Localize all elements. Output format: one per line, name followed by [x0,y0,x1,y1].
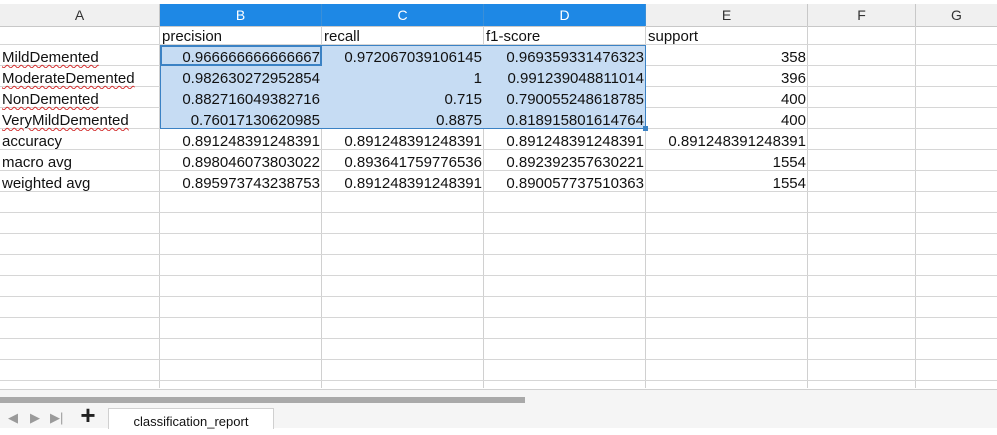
cell-b6[interactable]: 0.891248391248391 [160,131,322,152]
cell-d4[interactable]: 0.790055248618785 [484,89,646,110]
cell-a1[interactable] [0,26,160,47]
next-sheet-arrow-icon[interactable]: ▶ [30,411,40,425]
cell-e7[interactable]: 1554 [646,152,808,173]
column-header-a[interactable]: A [0,4,160,26]
cell-b4[interactable]: 0.882716049382716 [160,89,322,110]
cell-b7[interactable]: 0.898046073803022 [160,152,322,173]
first-sheet-arrow-icon[interactable]: ◀ [8,411,18,425]
cell-a6[interactable]: accuracy [0,131,160,152]
column-header-f[interactable]: F [808,4,916,26]
cell-c6[interactable]: 0.891248391248391 [322,131,484,152]
cell-a2[interactable]: MildDemented [0,47,160,68]
cell-e3[interactable]: 396 [646,68,808,89]
last-sheet-arrow-icon[interactable]: ▶| [50,411,68,425]
cell-e1[interactable]: support [646,26,808,47]
cell-d3[interactable]: 0.991239048811014 [484,68,646,89]
cell-d5[interactable]: 0.818915801614764 [484,110,646,131]
cell-c1[interactable]: recall [322,26,484,47]
column-header-d[interactable]: D [484,4,646,26]
cell-b5[interactable]: 0.76017130620985 [160,110,322,131]
column-header-c[interactable]: C [322,4,484,26]
cell-d2[interactable]: 0.969359331476323 [484,47,646,68]
cell-b8[interactable]: 0.895973743238753 [160,173,322,194]
cell-d6[interactable]: 0.891248391248391 [484,131,646,152]
cell-c5[interactable]: 0.8875 [322,110,484,131]
add-sheet-button[interactable]: + [78,402,98,428]
cell-b3[interactable]: 0.982630272952854 [160,68,322,89]
sheet-tab-classification-report[interactable]: classification_report [108,408,274,429]
spreadsheet-grid[interactable]: precision recall f1-score support MildDe… [0,26,997,388]
cell-e6[interactable]: 0.891248391248391 [646,131,808,152]
column-header-g[interactable]: G [916,4,997,26]
cell-d1[interactable]: f1-score [484,26,646,47]
cell-e4[interactable]: 400 [646,89,808,110]
column-header-bar: A B C D E F G [0,4,997,27]
cell-a5[interactable]: VeryMildDemented [0,110,160,131]
cell-e5[interactable]: 400 [646,110,808,131]
horizontal-scrollbar[interactable] [0,397,525,403]
cell-c4[interactable]: 0.715 [322,89,484,110]
cell-a8[interactable]: weighted avg [0,173,160,194]
cell-c2[interactable]: 0.972067039106145 [322,47,484,68]
cell-e2[interactable]: 358 [646,47,808,68]
column-header-b[interactable]: B [160,4,322,26]
cell-c3[interactable]: 1 [322,68,484,89]
cell-b1[interactable]: precision [160,26,322,47]
cell-c7[interactable]: 0.893641759776536 [322,152,484,173]
cell-e8[interactable]: 1554 [646,173,808,194]
cell-a7[interactable]: macro avg [0,152,160,173]
cell-d7[interactable]: 0.892392357630221 [484,152,646,173]
column-header-e[interactable]: E [646,4,808,26]
cell-b2[interactable]: 0.966666666666667 [160,47,322,68]
cell-c8[interactable]: 0.891248391248391 [322,173,484,194]
cell-d8[interactable]: 0.890057737510363 [484,173,646,194]
cell-a4[interactable]: NonDemented [0,89,160,110]
cell-a3[interactable]: ModerateDemented [0,68,160,89]
